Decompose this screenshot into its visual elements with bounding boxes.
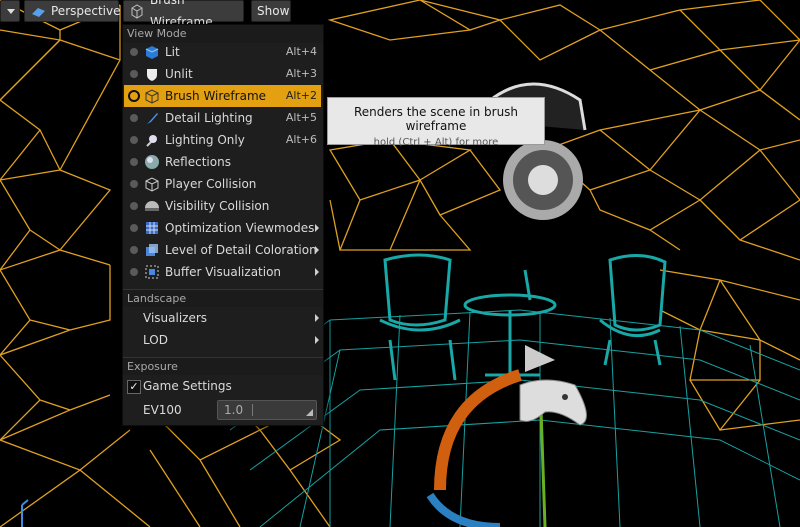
submenu-arrow-icon bbox=[315, 336, 319, 344]
menu-item-player-collision[interactable]: Player Collision bbox=[124, 173, 321, 195]
shield-icon bbox=[147, 69, 157, 81]
perspective-icon bbox=[30, 3, 46, 19]
menu-item-visibility-collision[interactable]: Visibility Collision bbox=[124, 195, 321, 217]
menu-item-visualizers[interactable]: Visualizers bbox=[124, 307, 321, 329]
radio-icon bbox=[130, 136, 138, 144]
grid-icon bbox=[146, 222, 158, 234]
slider-marker bbox=[252, 404, 253, 416]
perspective-button[interactable]: Perspective bbox=[24, 0, 121, 22]
radio-icon bbox=[130, 224, 138, 232]
section-landscape: Landscape bbox=[123, 289, 323, 307]
menu-item-detail-lighting[interactable]: Detail Lighting Alt+5 bbox=[124, 107, 321, 129]
viewmode-button[interactable]: Brush Wireframe bbox=[123, 0, 244, 29]
viewport-options-button[interactable] bbox=[0, 0, 20, 22]
brush-icon bbox=[147, 113, 158, 124]
submenu-arrow-icon bbox=[315, 224, 319, 232]
bulb-icon bbox=[146, 135, 157, 147]
radio-icon bbox=[130, 180, 138, 188]
ev100-input[interactable]: 1.0 bbox=[217, 400, 317, 420]
menu-item-unlit[interactable]: Unlit Alt+3 bbox=[124, 63, 321, 85]
menu-item-lod[interactable]: LOD bbox=[124, 329, 321, 351]
submenu-arrow-icon bbox=[315, 314, 319, 322]
show-button[interactable]: Show bbox=[251, 0, 291, 22]
menu-item-game-settings[interactable]: Game Settings bbox=[124, 375, 321, 397]
resize-grip-icon bbox=[306, 409, 313, 416]
dotted-square-icon bbox=[145, 265, 159, 279]
submenu-arrow-icon bbox=[315, 268, 319, 276]
stacked-squares-icon bbox=[146, 244, 158, 256]
radio-icon bbox=[130, 48, 138, 56]
radio-icon bbox=[130, 268, 138, 276]
submenu-arrow-icon bbox=[315, 246, 319, 254]
radio-icon bbox=[130, 202, 138, 210]
outline-cube-icon bbox=[145, 177, 159, 192]
menu-item-brush-wireframe[interactable]: Brush Wireframe Alt+2 bbox=[124, 85, 321, 107]
radio-icon bbox=[130, 70, 138, 78]
lit-cube-icon bbox=[145, 46, 159, 59]
section-exposure: Exposure bbox=[123, 357, 323, 375]
radio-icon bbox=[130, 114, 138, 122]
menu-item-reflections[interactable]: Reflections bbox=[124, 151, 321, 173]
menu-item-lit[interactable]: Lit Alt+4 bbox=[124, 41, 321, 63]
viewport-wireframe-scene[interactable] bbox=[0, 0, 800, 527]
menu-item-level-of-detail-coloration[interactable]: Level of Detail Coloration bbox=[124, 239, 321, 261]
viewmode-tooltip: Renders the scene in brush wireframe hol… bbox=[327, 97, 545, 148]
chevron-down-icon bbox=[7, 8, 15, 14]
menu-item-lighting-only[interactable]: Lighting Only Alt+6 bbox=[124, 129, 321, 151]
wireframe-cube-icon bbox=[129, 3, 145, 19]
radio-icon bbox=[130, 246, 138, 254]
half-sphere-icon bbox=[145, 201, 159, 211]
sphere-icon bbox=[145, 155, 159, 169]
menu-item-optimization-viewmodes[interactable]: Optimization Viewmodes bbox=[124, 217, 321, 239]
menu-item-buffer-visualization[interactable]: Buffer Visualization bbox=[124, 261, 321, 283]
wireframe-cube-icon bbox=[145, 89, 159, 104]
viewmode-menu: View Mode Lit Alt+4 Unlit Alt+3 Brush Wi… bbox=[122, 24, 324, 426]
radio-selected-icon bbox=[128, 90, 140, 102]
radio-icon bbox=[130, 158, 138, 166]
